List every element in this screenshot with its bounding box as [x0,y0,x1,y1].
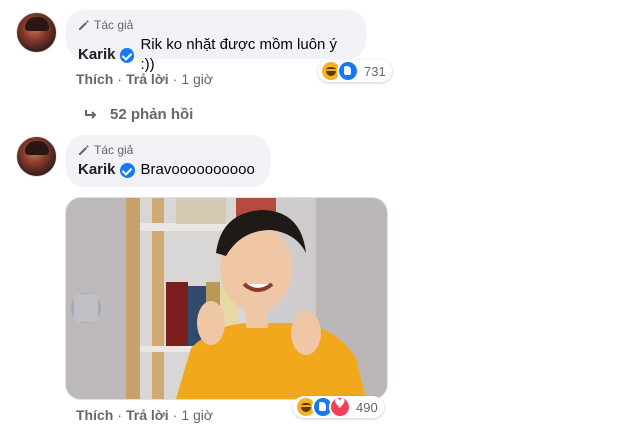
author-tag: Tác giả [78,17,354,33]
verified-badge-icon [119,162,135,178]
author-name[interactable]: Karik [78,160,116,180]
pencil-icon [79,20,89,30]
author-tag-label: Tác giả [94,143,134,157]
reaction-count: 731 [364,63,386,79]
reply-link[interactable]: Trả lời [126,407,169,423]
timestamp[interactable]: 1 giờ [181,71,213,87]
photo-image [66,198,387,399]
reply-arrow-icon [85,109,97,119]
author-name[interactable]: Karik [78,45,116,65]
comment-bubble: Tác giả Karik Bravoooooooooo [66,135,270,187]
replies-label: 52 phản hồi [110,106,194,123]
love-icon [329,396,351,418]
pencil-icon [79,145,89,155]
comment-actions: Thích · Trả lời · 1 giờ [76,71,214,87]
comment-text: Bravoooooooooo [140,161,255,178]
avatar[interactable] [16,12,57,53]
author-tag: Tác giả [78,142,258,158]
author-tag-label: Tác giả [94,18,134,32]
timestamp[interactable]: 1 giờ [181,407,213,423]
view-replies[interactable]: 52 phản hồi [84,106,193,123]
like-link[interactable]: Thích [76,71,113,87]
reactions-summary[interactable]: 731 [318,60,392,82]
comment-actions: Thích · Trả lời · 1 giờ [76,407,214,423]
comment-photo[interactable] [65,197,388,400]
avatar[interactable] [16,136,57,177]
comment-bubble: Tác giả Karik Rik ko nhặt được mồm luôn … [66,10,366,73]
like-icon [337,60,359,82]
reaction-count: 490 [356,399,378,415]
reactions-summary[interactable]: 490 [293,396,384,418]
like-link[interactable]: Thích [76,407,113,423]
verified-badge-icon [119,47,135,63]
reply-link[interactable]: Trả lời [126,71,169,87]
